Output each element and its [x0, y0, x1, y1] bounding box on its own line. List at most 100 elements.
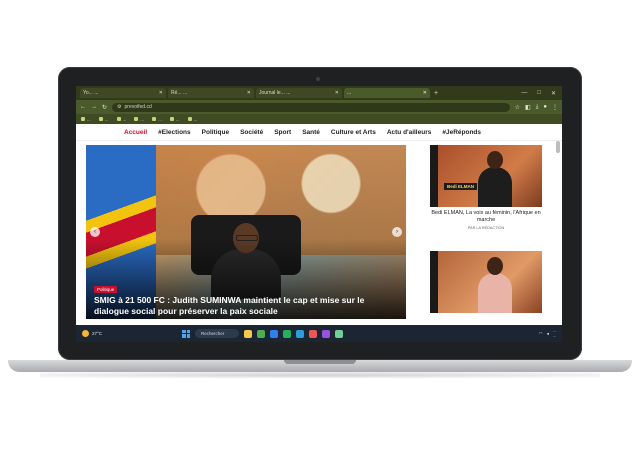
hero-headline[interactable]: SMIG à 21 500 FC : Judith SUMINWA mainti…	[94, 295, 394, 317]
clock-date: ...	[552, 333, 556, 338]
browser-tab[interactable]: Ré... ... ✕	[168, 88, 254, 98]
bookmark-label: ...	[158, 116, 162, 122]
nav-item-jereponds[interactable]: #JeRéponds	[442, 129, 481, 136]
taskbar-apps: Rechercher	[182, 329, 343, 338]
scrollbar-thumb[interactable]	[556, 141, 560, 153]
bookmark-label: ...	[87, 116, 91, 122]
bookmarks-bar: ... ... ... ... ... ... ...	[76, 114, 562, 124]
close-window-button[interactable]: ✕	[551, 90, 556, 97]
laptop-notch	[284, 360, 356, 364]
window-controls: — □ ✕	[521, 90, 562, 97]
browser-toolbar: ← → ↻ ⚙ prevoifed.cd ☆ ◧ ⤓ ● ⋮	[76, 100, 562, 114]
reload-icon[interactable]: ↻	[102, 104, 107, 111]
article-title[interactable]: Bedi ELMAN, La voix au féminin, l'Afriqu…	[430, 210, 542, 224]
forward-icon[interactable]: →	[91, 104, 97, 110]
file-explorer-icon[interactable]	[244, 329, 252, 338]
bookmark-label: ...	[175, 116, 180, 122]
address-bar[interactable]: ⚙ prevoifed.cd	[112, 102, 510, 112]
side-article-card[interactable]	[430, 251, 542, 313]
close-icon[interactable]: ✕	[247, 88, 251, 98]
profile-icon[interactable]: ●	[543, 104, 547, 111]
bookmark[interactable]: ...	[187, 116, 198, 122]
close-icon[interactable]: ✕	[335, 88, 339, 98]
bookmark-label: ...	[140, 116, 145, 122]
toolbar-icons: ☆ ◧ ⤓ ● ⋮	[515, 104, 558, 111]
menu-icon[interactable]: ⋮	[552, 104, 558, 111]
nav-item-politique[interactable]: Politique	[202, 129, 229, 136]
hero-slider[interactable]: ‹ › Politique SMIG à 21 500 FC : Judith …	[86, 145, 406, 319]
side-article-card[interactable]: Bedi ELMAN Bedi ELMAN, La voix au fémini…	[430, 145, 542, 230]
bookmark-label: ...	[122, 116, 127, 122]
nav-item-accueil[interactable]: Accueil	[124, 129, 147, 136]
bookmark[interactable]: ...	[81, 117, 91, 122]
volume-icon[interactable]: ◂	[547, 331, 549, 337]
site-info-icon[interactable]: ⚙	[117, 103, 121, 112]
word-icon[interactable]	[296, 329, 304, 338]
weather-temp: 27°C	[92, 331, 103, 336]
page-content: ‹ › Politique SMIG à 21 500 FC : Judith …	[76, 141, 562, 319]
tab-label: Yo... ...	[83, 90, 99, 96]
close-icon[interactable]: ✕	[159, 88, 163, 98]
bookmark[interactable]: ...	[152, 117, 162, 122]
new-tab-button[interactable]: +	[434, 90, 438, 97]
taskbar-search[interactable]: Rechercher	[195, 329, 239, 338]
taskbar: 27°C Rechercher ◠ ◂ ... ...	[76, 325, 562, 342]
nav-item-societe[interactable]: Société	[240, 129, 263, 136]
maximize-button[interactable]: □	[537, 90, 541, 97]
extensions-icon[interactable]: ◧	[525, 104, 531, 111]
site-nav: Accueil #Elections Politique Société Spo…	[76, 124, 562, 141]
bookmark[interactable]: ...	[98, 116, 109, 122]
nav-item-culture[interactable]: Culture et Arts	[331, 129, 376, 136]
tab-label: Ré... ...	[171, 90, 188, 96]
bookmark-label: ...	[104, 116, 109, 122]
chrome-icon[interactable]	[257, 329, 265, 338]
whatsapp-icon[interactable]	[335, 329, 343, 338]
app-icon[interactable]	[309, 329, 317, 338]
bookmark[interactable]: ...	[134, 117, 144, 122]
bookmark-icon	[152, 117, 157, 121]
excel-icon[interactable]	[283, 329, 291, 338]
clock-time: ...	[552, 328, 556, 333]
nav-item-actu-ailleurs[interactable]: Actu d'ailleurs	[387, 129, 432, 136]
bookmark[interactable]: ...	[169, 116, 180, 122]
clock[interactable]: ... ...	[553, 329, 556, 339]
browser-tab[interactable]: Yo... ... ✕	[80, 88, 166, 98]
bookmark-icon	[116, 117, 121, 121]
minimize-button[interactable]: —	[521, 90, 527, 97]
bookmark[interactable]: ...	[116, 116, 127, 122]
close-icon[interactable]: ✕	[423, 88, 427, 98]
webcam	[316, 77, 320, 81]
article-meta: PAR LA RÉDACTION	[467, 226, 505, 230]
name-tag: Bedi ELMAN	[444, 183, 477, 190]
star-icon[interactable]: ☆	[515, 104, 520, 111]
back-icon[interactable]: ←	[80, 104, 86, 110]
bookmark-icon	[81, 117, 85, 121]
article-thumbnail[interactable]	[430, 251, 542, 313]
nav-item-elections[interactable]: #Elections	[158, 129, 191, 136]
bookmark-icon	[98, 117, 103, 121]
laptop-shadow	[40, 372, 600, 378]
wifi-icon[interactable]: ◠	[539, 331, 543, 337]
bookmark-icon	[169, 117, 174, 121]
weather-widget[interactable]: 27°C	[76, 330, 178, 337]
nav-item-sport[interactable]: Sport	[274, 129, 291, 136]
bookmark-icon	[134, 117, 139, 121]
category-badge[interactable]: Politique	[94, 286, 118, 293]
screen: Yo... ... ✕ Ré... ... ✕ Journal le... ... ✕…	[76, 86, 562, 342]
slider-prev-button[interactable]: ‹	[90, 227, 100, 237]
browser-tab[interactable]: Journal le... ... ✕	[256, 88, 342, 98]
edge-icon[interactable]	[270, 329, 278, 338]
slider-next-button[interactable]: ›	[392, 227, 402, 237]
system-tray: ◠ ◂ ... ...	[539, 329, 562, 339]
windows-start-icon[interactable]	[182, 329, 190, 338]
browser-tab-active[interactable]: ... ✕	[344, 88, 430, 98]
app-icon[interactable]	[322, 329, 330, 338]
bookmark-icon	[187, 117, 192, 121]
nav-item-sante[interactable]: Santé	[302, 129, 320, 136]
download-icon[interactable]: ⤓	[536, 104, 539, 111]
address-text: prevoifed.cd	[124, 103, 152, 110]
sun-icon	[82, 330, 89, 337]
article-thumbnail[interactable]: Bedi ELMAN	[430, 145, 542, 207]
bookmark-label: ...	[193, 116, 198, 122]
tab-bar: Yo... ... ✕ Ré... ... ✕ Journal le... ... ✕…	[76, 86, 562, 100]
